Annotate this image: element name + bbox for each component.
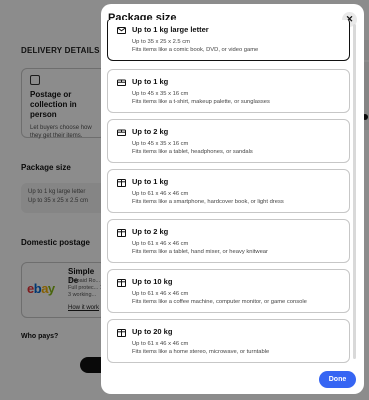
package-option-10kg-box[interactable]: Up to 10 kg Up to 61 x 46 x 46 cm Fits i… [107, 269, 350, 313]
option-title: Up to 1 kg [132, 77, 169, 86]
envelope-icon [117, 27, 126, 34]
option-dimensions: Up to 45 x 35 x 16 cm [132, 91, 189, 97]
package-flat-icon [117, 129, 126, 136]
option-example: Fits items like a coffee machine, comput… [132, 299, 307, 305]
option-example: Fits items like a tablet, hand mixer, or… [132, 249, 268, 255]
option-example: Fits items like a smartphone, hardcover … [132, 199, 284, 205]
option-dimensions: Up to 61 x 46 x 46 cm [132, 341, 189, 347]
box-icon [117, 279, 126, 287]
package-size-dialog: Package size ✕ Up to 1 kg large letter U… [101, 4, 364, 394]
option-example: Fits items like a comic book, DVD, or vi… [132, 47, 259, 53]
box-icon [117, 179, 126, 187]
package-option-20kg-box[interactable]: Up to 20 kg Up to 61 x 46 x 46 cm Fits i… [107, 319, 350, 363]
option-title: Up to 10 kg [132, 277, 173, 286]
option-title: Up to 1 kg large letter [132, 25, 209, 34]
package-option-2kg-box[interactable]: Up to 2 kg Up to 61 x 46 x 46 cm Fits it… [107, 219, 350, 263]
package-flat-icon [117, 79, 126, 86]
package-option-large-letter[interactable]: Up to 1 kg large letter Up to 35 x 25 x … [107, 20, 350, 61]
option-example: Fits items like a home stereo, microwave… [132, 349, 270, 355]
option-dimensions: Up to 35 x 25 x 2.5 cm [132, 39, 190, 45]
option-dimensions: Up to 61 x 46 x 46 cm [132, 291, 189, 297]
option-example: Fits items like a t-shirt, makeup palett… [132, 99, 270, 105]
package-options-list: Up to 1 kg large letter Up to 35 x 25 x … [101, 20, 364, 366]
option-dimensions: Up to 45 x 35 x 16 cm [132, 141, 189, 147]
package-option-2kg-parcel[interactable]: Up to 2 kg Up to 45 x 35 x 16 cm Fits it… [107, 119, 350, 163]
box-icon [117, 329, 126, 337]
option-example: Fits items like a tablet, headphones, or… [132, 149, 253, 155]
option-dimensions: Up to 61 x 46 x 46 cm [132, 241, 189, 247]
package-option-1kg-parcel[interactable]: Up to 1 kg Up to 45 x 35 x 16 cm Fits it… [107, 69, 350, 113]
package-option-1kg-box[interactable]: Up to 1 kg Up to 61 x 46 x 46 cm Fits it… [107, 169, 350, 213]
option-title: Up to 2 kg [132, 127, 169, 136]
option-title: Up to 20 kg [132, 327, 173, 336]
option-title: Up to 2 kg [132, 227, 169, 236]
box-icon [117, 229, 126, 237]
option-title: Up to 1 kg [132, 177, 169, 186]
options-scrollbar[interactable] [353, 24, 356, 359]
option-dimensions: Up to 61 x 46 x 46 cm [132, 191, 189, 197]
done-button[interactable]: Done [319, 371, 356, 388]
